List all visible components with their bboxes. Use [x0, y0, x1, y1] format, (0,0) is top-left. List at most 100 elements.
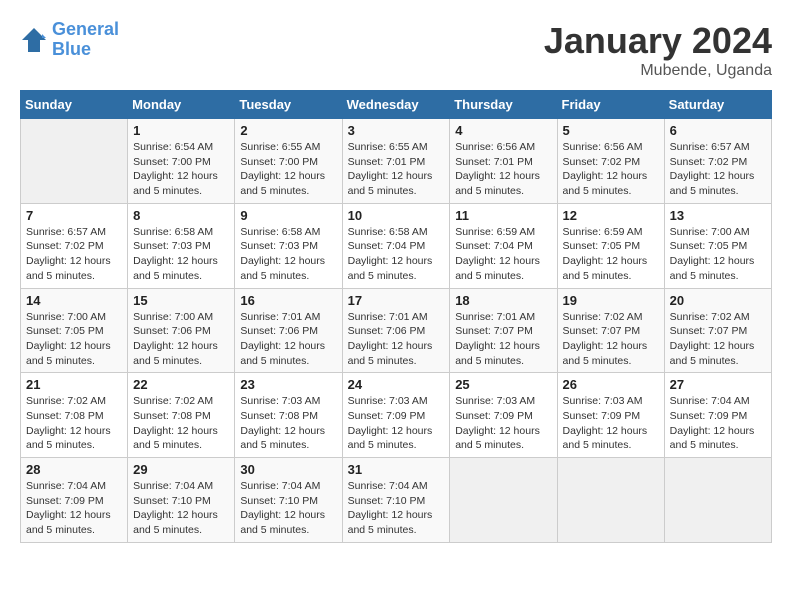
day-number: 15 — [133, 293, 229, 308]
day-info: Sunrise: 6:54 AMSunset: 7:00 PMDaylight:… — [133, 140, 229, 199]
day-number: 10 — [348, 208, 445, 223]
calendar-title: January 2024 — [544, 20, 772, 62]
day-number: 3 — [348, 123, 445, 138]
day-info: Sunrise: 7:03 AMSunset: 7:09 PMDaylight:… — [348, 394, 445, 453]
day-info: Sunrise: 7:01 AMSunset: 7:07 PMDaylight:… — [455, 310, 551, 369]
page-header: General Blue January 2024 Mubende, Ugand… — [20, 20, 772, 80]
day-info: Sunrise: 7:04 AMSunset: 7:10 PMDaylight:… — [348, 479, 445, 538]
day-info: Sunrise: 6:57 AMSunset: 7:02 PMDaylight:… — [26, 225, 122, 284]
day-number: 17 — [348, 293, 445, 308]
day-number: 29 — [133, 462, 229, 477]
calendar-cell: 1 Sunrise: 6:54 AMSunset: 7:00 PMDaylight… — [128, 119, 235, 204]
day-info: Sunrise: 6:55 AMSunset: 7:01 PMDaylight:… — [348, 140, 445, 199]
calendar-cell — [21, 119, 128, 204]
weekday-header: Thursday — [450, 91, 557, 119]
logo-text: General Blue — [52, 20, 119, 60]
day-info: Sunrise: 7:01 AMSunset: 7:06 PMDaylight:… — [240, 310, 336, 369]
calendar-cell: 9Sunrise: 6:58 AMSunset: 7:03 PMDaylight… — [235, 203, 342, 288]
day-number: 12 — [563, 208, 659, 223]
calendar-cell — [557, 458, 664, 543]
weekday-header: Friday — [557, 91, 664, 119]
weekday-header: Tuesday — [235, 91, 342, 119]
calendar-cell: 8Sunrise: 6:58 AMSunset: 7:03 PMDaylight… — [128, 203, 235, 288]
day-info: Sunrise: 7:02 AMSunset: 7:07 PMDaylight:… — [563, 310, 659, 369]
calendar-cell: 28Sunrise: 7:04 AMSunset: 7:09 PMDayligh… — [21, 458, 128, 543]
day-info: Sunrise: 7:04 AMSunset: 7:10 PMDaylight:… — [240, 479, 336, 538]
day-number: 13 — [670, 208, 766, 223]
day-info: Sunrise: 7:01 AMSunset: 7:06 PMDaylight:… — [348, 310, 445, 369]
weekday-header: Monday — [128, 91, 235, 119]
day-info: Sunrise: 7:00 AMSunset: 7:06 PMDaylight:… — [133, 310, 229, 369]
calendar-cell: 2 Sunrise: 6:55 AMSunset: 7:00 PMDaylight… — [235, 119, 342, 204]
day-info: Sunrise: 6:58 AMSunset: 7:04 PMDaylight:… — [348, 225, 445, 284]
day-number: 31 — [348, 462, 445, 477]
day-info: Sunrise: 7:03 AMSunset: 7:08 PMDaylight:… — [240, 394, 336, 453]
day-info: Sunrise: 6:57 AMSunset: 7:02 PMDaylight:… — [670, 140, 766, 199]
weekday-header-row: SundayMondayTuesdayWednesdayThursdayFrid… — [21, 91, 772, 119]
calendar-cell — [664, 458, 771, 543]
calendar-week-row: 14 Sunrise: 7:00 AMSunset: 7:05 PMDayligh… — [21, 288, 772, 373]
calendar-week-row: 7 Sunrise: 6:57 AMSunset: 7:02 PMDaylight… — [21, 203, 772, 288]
calendar-cell: 27Sunrise: 7:04 AMSunset: 7:09 PMDayligh… — [664, 373, 771, 458]
day-number: 7 — [26, 208, 122, 223]
logo: General Blue — [20, 20, 119, 60]
weekday-header: Sunday — [21, 91, 128, 119]
day-info: Sunrise: 7:00 AMSunset: 7:05 PMDaylight:… — [26, 310, 122, 369]
logo-icon — [20, 26, 48, 54]
day-info: Sunrise: 6:55 AMSunset: 7:00 PMDaylight:… — [240, 140, 336, 199]
calendar-week-row: 21 Sunrise: 7:02 AMSunset: 7:08 PMDayligh… — [21, 373, 772, 458]
day-info: Sunrise: 7:00 AMSunset: 7:05 PMDaylight:… — [670, 225, 766, 284]
calendar-cell: 17 Sunrise: 7:01 AMSunset: 7:06 PMDayligh… — [342, 288, 450, 373]
calendar-cell: 11Sunrise: 6:59 AMSunset: 7:04 PMDayligh… — [450, 203, 557, 288]
day-number: 24 — [348, 377, 445, 392]
day-number: 25 — [455, 377, 551, 392]
calendar-cell: 6 Sunrise: 6:57 AMSunset: 7:02 PMDaylight… — [664, 119, 771, 204]
day-number: 9 — [240, 208, 336, 223]
day-number: 6 — [670, 123, 766, 138]
calendar-cell: 23 Sunrise: 7:03 AMSunset: 7:08 PMDayligh… — [235, 373, 342, 458]
calendar-cell: 31 Sunrise: 7:04 AMSunset: 7:10 PMDayligh… — [342, 458, 450, 543]
day-number: 5 — [563, 123, 659, 138]
day-number: 14 — [26, 293, 122, 308]
day-number: 4 — [455, 123, 551, 138]
calendar-cell: 13 Sunrise: 7:00 AMSunset: 7:05 PMDayligh… — [664, 203, 771, 288]
day-number: 23 — [240, 377, 336, 392]
day-info: Sunrise: 6:56 AMSunset: 7:01 PMDaylight:… — [455, 140, 551, 199]
day-number: 21 — [26, 377, 122, 392]
calendar-cell: 20 Sunrise: 7:02 AMSunset: 7:07 PMDayligh… — [664, 288, 771, 373]
calendar-cell: 25 Sunrise: 7:03 AMSunset: 7:09 PMDayligh… — [450, 373, 557, 458]
day-info: Sunrise: 7:04 AMSunset: 7:09 PMDaylight:… — [26, 479, 122, 538]
calendar-week-row: 28Sunrise: 7:04 AMSunset: 7:09 PMDayligh… — [21, 458, 772, 543]
day-info: Sunrise: 6:58 AMSunset: 7:03 PMDaylight:… — [133, 225, 229, 284]
calendar-cell: 30 Sunrise: 7:04 AMSunset: 7:10 PMDayligh… — [235, 458, 342, 543]
day-number: 19 — [563, 293, 659, 308]
day-number: 18 — [455, 293, 551, 308]
calendar-cell: 4 Sunrise: 6:56 AMSunset: 7:01 PMDaylight… — [450, 119, 557, 204]
day-number: 27 — [670, 377, 766, 392]
title-block: January 2024 Mubende, Uganda — [544, 20, 772, 80]
calendar-cell: 3 Sunrise: 6:55 AMSunset: 7:01 PMDaylight… — [342, 119, 450, 204]
day-number: 1 — [133, 123, 229, 138]
day-number: 22 — [133, 377, 229, 392]
day-info: Sunrise: 7:02 AMSunset: 7:08 PMDaylight:… — [133, 394, 229, 453]
day-number: 30 — [240, 462, 336, 477]
day-number: 11 — [455, 208, 551, 223]
calendar-cell: 14 Sunrise: 7:00 AMSunset: 7:05 PMDayligh… — [21, 288, 128, 373]
calendar-cell: 15 Sunrise: 7:00 AMSunset: 7:06 PMDayligh… — [128, 288, 235, 373]
day-number: 20 — [670, 293, 766, 308]
day-info: Sunrise: 7:02 AMSunset: 7:07 PMDaylight:… — [670, 310, 766, 369]
day-number: 26 — [563, 377, 659, 392]
calendar-cell: 16 Sunrise: 7:01 AMSunset: 7:06 PMDayligh… — [235, 288, 342, 373]
day-info: Sunrise: 7:04 AMSunset: 7:10 PMDaylight:… — [133, 479, 229, 538]
calendar-cell: 19 Sunrise: 7:02 AMSunset: 7:07 PMDayligh… — [557, 288, 664, 373]
calendar-cell: 5Sunrise: 6:56 AMSunset: 7:02 PMDaylight… — [557, 119, 664, 204]
day-info: Sunrise: 7:02 AMSunset: 7:08 PMDaylight:… — [26, 394, 122, 453]
day-info: Sunrise: 6:59 AMSunset: 7:05 PMDaylight:… — [563, 225, 659, 284]
day-number: 16 — [240, 293, 336, 308]
calendar-cell: 10 Sunrise: 6:58 AMSunset: 7:04 PMDayligh… — [342, 203, 450, 288]
calendar-cell: 7 Sunrise: 6:57 AMSunset: 7:02 PMDaylight… — [21, 203, 128, 288]
calendar-cell: 12 Sunrise: 6:59 AMSunset: 7:05 PMDayligh… — [557, 203, 664, 288]
day-info: Sunrise: 7:03 AMSunset: 7:09 PMDaylight:… — [455, 394, 551, 453]
day-number: 2 — [240, 123, 336, 138]
calendar-cell: 26Sunrise: 7:03 AMSunset: 7:09 PMDayligh… — [557, 373, 664, 458]
